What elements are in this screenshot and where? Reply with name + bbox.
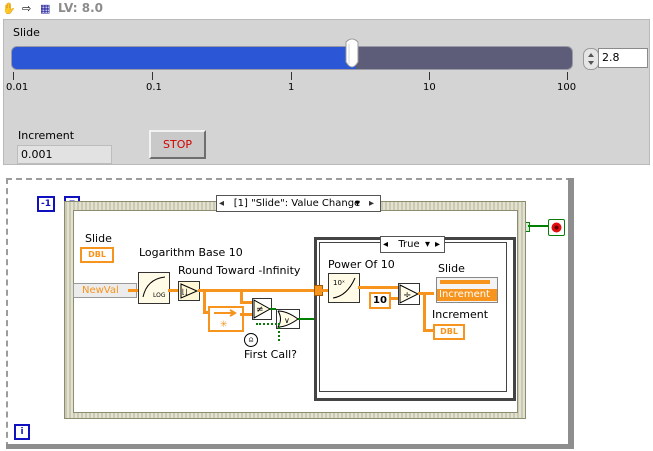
svg-text:≠: ≠ [256, 305, 264, 315]
loop-count-constant[interactable]: -1 [37, 196, 55, 212]
scale-tick-label: 100 [557, 82, 577, 93]
slide-fill [12, 47, 356, 69]
feedback-node[interactable]: ✳ [208, 306, 244, 332]
event-case-selector[interactable]: ◂ [1] "Slide": Value Change ▾ ▸ [216, 195, 381, 212]
slide-digital-display: 2.8 [583, 48, 648, 70]
svg-text:⌊⌋: ⌊⌋ [182, 288, 187, 296]
dropdown-arrow-icon[interactable]: ▾ [355, 196, 360, 211]
scale-tick-label: 1 [288, 82, 295, 93]
spinner-arrows-icon [588, 53, 594, 65]
power-of-10-function-icon[interactable]: 10ˣ [328, 273, 360, 303]
stop-button[interactable]: STOP [149, 130, 206, 159]
case-selector-label: True [398, 239, 420, 250]
scale-major-tick [13, 72, 14, 80]
dbl-wire [168, 289, 178, 292]
event-case-label: [1] "Slide": Value Change [233, 198, 361, 209]
log10-function-icon[interactable]: LOG [138, 272, 170, 304]
dropdown-arrow-icon[interactable]: ▾ [425, 237, 430, 252]
scale-major-tick [429, 72, 430, 80]
power-function-label: Power Of 10 [328, 258, 395, 271]
boolean-wire [256, 323, 280, 341]
boolean-wire [528, 225, 548, 227]
increment-terminal-label: Increment [432, 308, 489, 321]
slide-value-input[interactable]: 2.8 [598, 48, 648, 68]
decrement-arrow-icon[interactable]: ◂ [383, 237, 388, 252]
while-loop-edge [568, 178, 574, 444]
operate-hand-icon[interactable]: ✋ [2, 2, 16, 16]
dbl-wire [423, 329, 433, 332]
svg-text:✳: ✳ [220, 320, 228, 330]
increment-decrement-spinner[interactable] [583, 48, 599, 70]
scale-major-tick [152, 72, 153, 80]
while-loop-edge [6, 444, 574, 449]
dbl-wire [198, 289, 320, 292]
scale-major-tick [567, 72, 568, 80]
slide-property-node[interactable]: Increment [436, 277, 498, 303]
run-arrow-icon[interactable]: ⇨ [22, 2, 36, 16]
dbl-wire [128, 289, 138, 292]
property-node-slide-label: Slide [438, 262, 465, 275]
svg-text:LOG: LOG [153, 292, 166, 299]
increment-arrow-icon[interactable]: ▸ [369, 196, 374, 211]
scale-tick-label: 10 [423, 82, 436, 93]
dbl-wire [203, 289, 206, 313]
version-label: LV: 8.0 [58, 1, 103, 15]
increment-arrow-icon[interactable]: ▸ [435, 237, 440, 252]
dbl-wire [240, 301, 252, 304]
vi-icon[interactable]: ▦ [40, 2, 54, 16]
scale-tick-label: 0.01 [6, 82, 29, 93]
property-node-header [440, 280, 490, 284]
svg-text:∨: ∨ [284, 316, 290, 325]
slide-thumb[interactable] [345, 38, 359, 71]
increment-indicator: 0.001 [17, 145, 112, 164]
property-increment[interactable]: Increment [437, 289, 497, 301]
svg-text:÷: ÷ [403, 290, 411, 301]
slide-track[interactable] [11, 46, 573, 70]
toolbar: ✋ ⇨ ▦ LV: 8.0 [0, 0, 653, 18]
constant-10[interactable]: 10 [369, 292, 391, 309]
decrement-arrow-icon[interactable]: ◂ [219, 196, 224, 211]
front-panel [3, 19, 650, 165]
slide-label: Slide [13, 26, 40, 39]
log-function-label: Logarithm Base 10 [139, 246, 243, 259]
stop-condition-terminal[interactable] [548, 219, 565, 236]
iteration-terminal: i [14, 424, 30, 440]
dbl-wire [240, 313, 252, 316]
not-equal-function-icon[interactable]: ≠ [252, 298, 272, 320]
round-down-function-icon[interactable]: ⌊⌋ [178, 281, 200, 301]
increment-indicator-terminal[interactable]: DBL [433, 324, 465, 340]
svg-text:10ˣ: 10ˣ [333, 279, 345, 287]
first-call-label: First Call? [244, 348, 298, 361]
round-function-label: Round Toward -Infinity [178, 264, 301, 277]
dbl-wire [423, 292, 426, 330]
increment-label: Increment [18, 129, 75, 142]
slide-local-terminal[interactable]: DBL [80, 247, 114, 263]
divide-function-icon[interactable]: ÷ [398, 283, 420, 305]
scale-tick-label: 0.1 [146, 82, 162, 93]
dbl-wire [418, 292, 434, 295]
boolean-wire [298, 318, 314, 320]
stop-sign-icon [551, 222, 562, 233]
slide-local-label: Slide [85, 232, 112, 245]
dbl-wire [321, 289, 328, 292]
case-selector[interactable]: ◂ True ▾ ▸ [380, 236, 445, 253]
scale-major-tick [291, 72, 292, 80]
dbl-wire [358, 286, 399, 289]
